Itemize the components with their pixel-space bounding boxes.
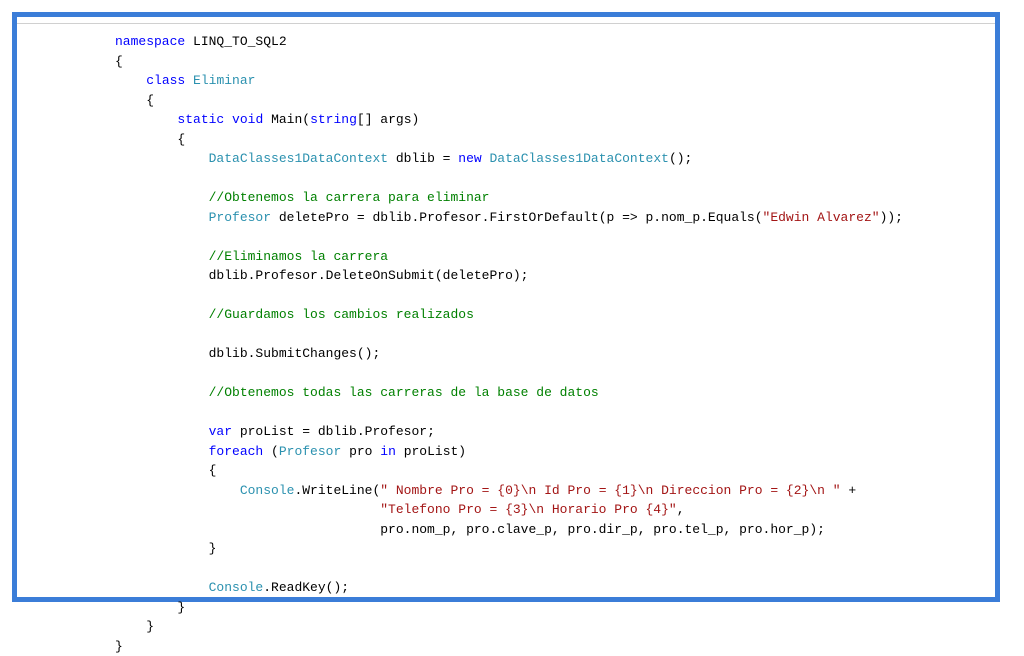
method-params: [] args) [357, 112, 419, 127]
type-profesor: Profesor [209, 210, 271, 225]
code-text: dblib = [388, 151, 458, 166]
code-text: ( [263, 444, 279, 459]
brace: } [146, 619, 154, 634]
comment: //Guardamos los cambios realizados [209, 307, 474, 322]
string-literal: "Edwin Alvarez" [763, 210, 880, 225]
brace: } [115, 639, 123, 654]
keyword-new: new [458, 151, 481, 166]
code-text: dblib.SubmitChanges(); [209, 346, 381, 361]
type-console: Console [240, 483, 295, 498]
type-datacontext: DataClasses1DataContext [209, 151, 388, 166]
code-text: .WriteLine( [294, 483, 380, 498]
code-text: , [677, 502, 685, 517]
keyword-void: void [232, 112, 263, 127]
code-text: .ReadKey(); [263, 580, 349, 595]
keyword-in: in [380, 444, 396, 459]
type-datacontext: DataClasses1DataContext [490, 151, 669, 166]
brace: { [115, 54, 123, 69]
code-text: pro [341, 444, 380, 459]
code-frame: namespace LINQ_TO_SQL2 { class Eliminar … [12, 12, 1000, 602]
brace: { [177, 132, 185, 147]
string-literal: " Nombre Pro = {0}\n Id Pro = {1}\n Dire… [380, 483, 840, 498]
method-name: Main( [263, 112, 310, 127]
code-text: + [841, 483, 857, 498]
class-name: Eliminar [193, 73, 255, 88]
comment: //Obtenemos todas las carreras de la bas… [209, 385, 599, 400]
keyword-static: static [177, 112, 224, 127]
keyword-foreach: foreach [209, 444, 264, 459]
code-text: )); [880, 210, 903, 225]
keyword-var: var [209, 424, 232, 439]
code-text: deletePro = dblib.Profesor.FirstOrDefaul… [271, 210, 762, 225]
keyword-class: class [146, 73, 185, 88]
brace: { [209, 463, 217, 478]
brace: } [177, 600, 185, 615]
namespace-name: LINQ_TO_SQL2 [185, 34, 286, 49]
keyword-string: string [310, 112, 357, 127]
type-profesor: Profesor [279, 444, 341, 459]
code-text: proList = dblib.Profesor; [232, 424, 435, 439]
code-text: pro.nom_p, pro.clave_p, pro.dir_p, pro.t… [380, 522, 825, 537]
code-block: namespace LINQ_TO_SQL2 { class Eliminar … [17, 23, 995, 656]
type-console: Console [209, 580, 264, 595]
comment: //Eliminamos la carrera [209, 249, 388, 264]
code-text: (); [669, 151, 692, 166]
comment: //Obtenemos la carrera para eliminar [209, 190, 490, 205]
string-literal: "Telefono Pro = {3}\n Horario Pro {4}" [380, 502, 676, 517]
brace: { [146, 93, 154, 108]
code-text: dblib.Profesor.DeleteOnSubmit(deletePro)… [209, 268, 529, 283]
code-text: proList) [396, 444, 466, 459]
brace: } [209, 541, 217, 556]
keyword-namespace: namespace [115, 34, 185, 49]
